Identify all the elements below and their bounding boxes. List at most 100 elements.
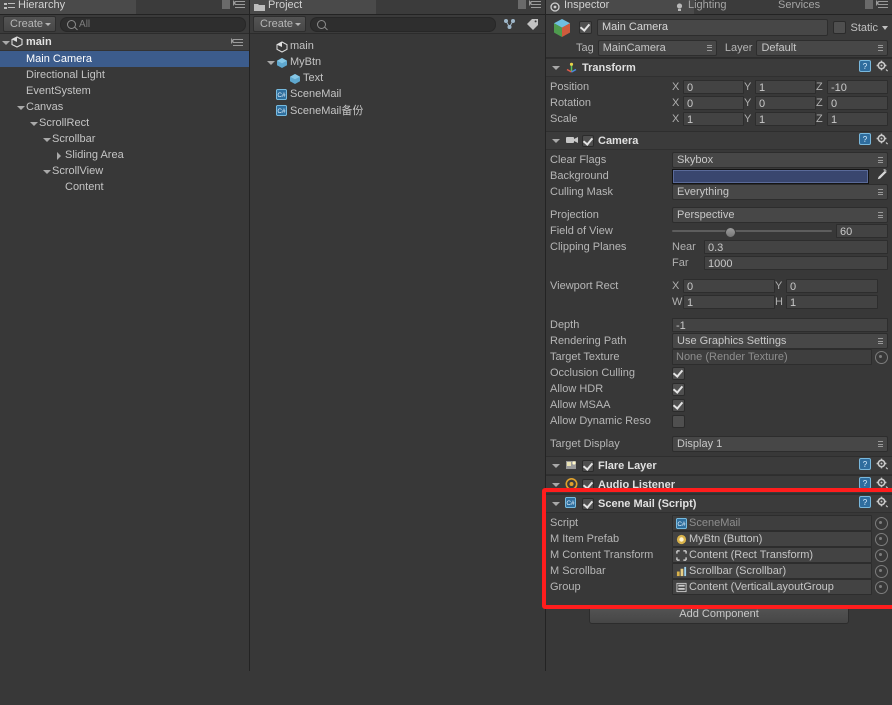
panel-menu-icon[interactable]: [876, 0, 890, 9]
eyedropper-icon[interactable]: [872, 168, 888, 183]
project-create-button[interactable]: Create: [253, 16, 307, 32]
chevron-right-icon[interactable]: [54, 150, 65, 161]
input-depth[interactable]: -1: [672, 318, 888, 332]
project-search-input[interactable]: [310, 16, 496, 32]
object-picker-icon[interactable]: [875, 532, 888, 546]
lock-icon[interactable]: [865, 0, 873, 9]
chevron-down-icon[interactable]: [550, 460, 561, 471]
project-item[interactable]: Text: [250, 70, 545, 86]
tag-dropdown[interactable]: MainCamera: [597, 39, 717, 56]
background-color-swatch[interactable]: [672, 168, 869, 184]
chevron-down-icon[interactable]: [882, 25, 888, 30]
axis-input-y[interactable]: 1: [755, 80, 816, 94]
object-picker-icon[interactable]: [875, 580, 888, 594]
component-enabled-checkbox[interactable]: [582, 497, 594, 510]
help-icon[interactable]: ?: [859, 496, 871, 511]
object-field-target-texture[interactable]: None (Render Texture): [672, 349, 872, 365]
dropdown-projection[interactable]: Perspective: [672, 207, 888, 223]
chevron-down-icon[interactable]: [0, 37, 11, 48]
hierarchy-create-button[interactable]: Create: [3, 16, 57, 32]
hierarchy-search-input[interactable]: All: [60, 16, 246, 32]
scene-context-menu-icon[interactable]: [231, 37, 245, 47]
chevron-down-icon[interactable]: [28, 118, 39, 129]
gameobject-active-checkbox[interactable]: [579, 21, 592, 34]
help-icon[interactable]: ?: [859, 60, 871, 75]
help-icon[interactable]: ?: [859, 477, 871, 492]
field-of-view-slider[interactable]: [672, 224, 832, 238]
axis-input-y[interactable]: 1: [755, 112, 816, 126]
object-picker-icon[interactable]: [875, 516, 888, 530]
object-field-m-scrollbar[interactable]: Scrollbar (Scrollbar): [672, 563, 872, 579]
object-picker-icon[interactable]: [875, 350, 888, 364]
lock-icon[interactable]: [518, 0, 526, 9]
dropdown-culling-mask[interactable]: Everything: [672, 184, 888, 200]
object-field-script[interactable]: C# SceneMail: [672, 515, 872, 531]
dropdown-rendering-path[interactable]: Use Graphics Settings: [672, 333, 888, 349]
checkbox-occlusion-culling[interactable]: [672, 366, 685, 380]
axis-input-z[interactable]: 0: [827, 96, 888, 110]
axis-input-z[interactable]: -10: [827, 80, 888, 94]
component-header[interactable]: Camera?: [546, 131, 892, 150]
hierarchy-item[interactable]: Main Camera: [0, 51, 249, 67]
checkbox-allow-hdr[interactable]: [672, 382, 685, 396]
axis-input-x[interactable]: 1: [683, 112, 744, 126]
tab-services[interactable]: Services: [770, 0, 876, 14]
component-header[interactable]: Transform?: [546, 58, 892, 77]
component-enabled-checkbox[interactable]: [582, 134, 594, 147]
rect-axis-input-h[interactable]: 1: [786, 295, 878, 309]
hierarchy-item[interactable]: ScrollView: [0, 163, 249, 179]
component-enabled-checkbox[interactable]: [582, 459, 594, 472]
chevron-down-icon[interactable]: [550, 498, 561, 509]
tab-hierarchy[interactable]: Hierarchy: [0, 0, 136, 14]
axis-input-x[interactable]: 0: [683, 96, 744, 110]
chevron-down-icon[interactable]: [41, 134, 52, 145]
rect-axis-input-y[interactable]: 0: [786, 279, 878, 293]
gameobject-name-input[interactable]: Main Camera: [597, 19, 829, 36]
rect-axis-input-x[interactable]: 0: [683, 279, 775, 293]
project-item[interactable]: C# SceneMail: [250, 86, 545, 102]
gear-icon[interactable]: [876, 133, 889, 148]
rect-axis-input-w[interactable]: 1: [683, 295, 775, 309]
hierarchy-item[interactable]: Scrollbar: [0, 131, 249, 147]
object-field-m-item-prefab[interactable]: MyBtn (Button): [672, 531, 872, 547]
hierarchy-item[interactable]: Sliding Area: [0, 147, 249, 163]
hierarchy-item[interactable]: Directional Light: [0, 67, 249, 83]
hierarchy-item[interactable]: Canvas: [0, 99, 249, 115]
project-item[interactable]: MyBtn: [250, 54, 545, 70]
filter-by-type-icon[interactable]: [500, 17, 519, 32]
clipping-plane-input-near[interactable]: 0.3: [704, 240, 888, 254]
axis-input-x[interactable]: 0: [683, 80, 744, 94]
slider-knob[interactable]: [724, 227, 736, 238]
static-checkbox[interactable]: [833, 21, 847, 34]
add-component-button[interactable]: Add Component: [589, 605, 849, 624]
project-item[interactable]: C# SceneMail备份: [250, 102, 545, 118]
object-picker-icon[interactable]: [875, 564, 888, 578]
gear-icon[interactable]: [876, 496, 889, 511]
component-header[interactable]: C# Scene Mail (Script)?: [546, 494, 892, 513]
object-field-group[interactable]: Content (VerticalLayoutGroup: [672, 579, 872, 595]
project-item[interactable]: main: [250, 38, 545, 54]
clipping-plane-input-far[interactable]: 1000: [704, 256, 888, 270]
chevron-down-icon[interactable]: [15, 102, 26, 113]
hierarchy-item[interactable]: ScrollRect: [0, 115, 249, 131]
help-icon[interactable]: ?: [859, 458, 871, 473]
object-field-m-content-transform[interactable]: Content (Rect Transform): [672, 547, 872, 563]
component-header[interactable]: Audio Listener?: [546, 475, 892, 494]
layer-dropdown[interactable]: Default: [756, 39, 888, 56]
gear-icon[interactable]: [876, 60, 889, 75]
gear-icon[interactable]: [876, 458, 889, 473]
chevron-down-icon[interactable]: [41, 166, 52, 177]
tab-project[interactable]: Project: [250, 0, 376, 14]
panel-menu-icon[interactable]: [233, 0, 247, 9]
component-header[interactable]: Flare Layer?: [546, 456, 892, 475]
hierarchy-item[interactable]: EventSystem: [0, 83, 249, 99]
help-icon[interactable]: ?: [859, 133, 871, 148]
dropdown-target-display[interactable]: Display 1: [672, 436, 888, 452]
lock-icon[interactable]: [222, 0, 230, 9]
checkbox-allow-dynamic-reso[interactable]: [672, 414, 685, 428]
object-picker-icon[interactable]: [875, 548, 888, 562]
chevron-down-icon[interactable]: [550, 135, 561, 146]
component-enabled-checkbox[interactable]: [582, 478, 594, 491]
chevron-down-icon[interactable]: [550, 62, 561, 73]
gear-icon[interactable]: [876, 477, 889, 492]
